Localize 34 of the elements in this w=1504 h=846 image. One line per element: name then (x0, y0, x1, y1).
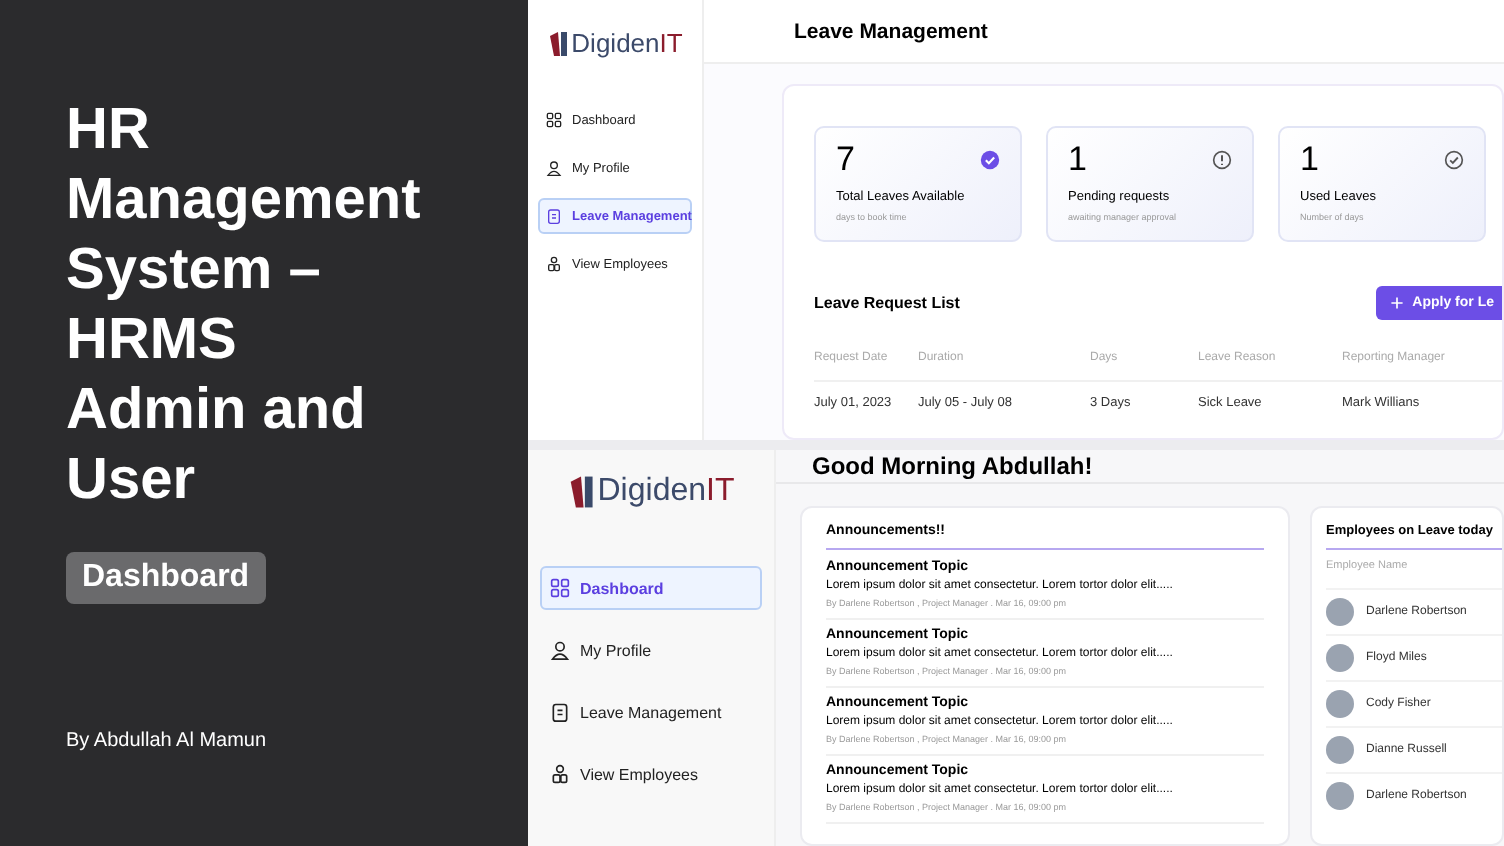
logo-text: DigidenIT (597, 474, 735, 510)
page-title: Leave Management (794, 19, 988, 43)
nav-item[interactable]: Dashboard (540, 566, 762, 610)
avatar (1326, 736, 1354, 764)
people-icon (550, 764, 570, 784)
avatar (1326, 644, 1354, 672)
alert-icon (1212, 150, 1232, 170)
person-icon (550, 640, 570, 660)
author-credit: By Abdullah Al Mamun (66, 730, 267, 752)
nav-item[interactable]: Leave Management (540, 690, 762, 734)
grid-icon (546, 112, 562, 128)
people-icon (546, 256, 562, 272)
stat-value: 1 (1068, 140, 1087, 180)
avatar (1326, 598, 1354, 626)
avatar (1326, 782, 1354, 810)
tag-label: Dashboard (66, 552, 266, 604)
avatar (1326, 690, 1354, 718)
nav-item[interactable]: View Employees (540, 752, 762, 796)
stat-value: 7 (836, 140, 855, 180)
grid-icon (550, 578, 570, 598)
clipboard-icon (546, 208, 562, 224)
section-title: Leave Request List (814, 294, 960, 312)
logo-icon (567, 474, 594, 510)
nav-item[interactable]: My Profile (540, 628, 762, 672)
logo-text: DigidenIT (571, 28, 683, 58)
stat-value: 1 (1300, 140, 1319, 180)
person-icon (546, 160, 562, 176)
cover-title: HR Management System – HRMS Admin and User (66, 96, 423, 516)
greeting-title: Good Morning Abdullah! (812, 452, 1093, 480)
check-icon (1444, 150, 1464, 170)
logo-icon (547, 29, 568, 57)
clipboard-icon (550, 702, 570, 722)
check-icon (980, 150, 1000, 170)
plus-icon (1390, 296, 1405, 310)
